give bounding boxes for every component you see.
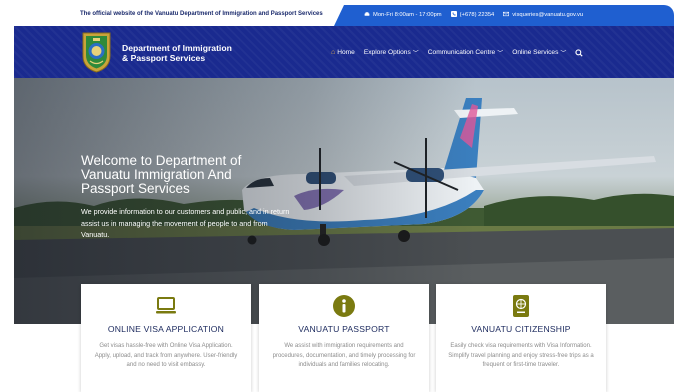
- home-icon: ⌂: [331, 49, 336, 56]
- email-text: visqueries@vanuatu.gov.vu: [512, 12, 584, 18]
- site-header: Department of Immigration & Passport Ser…: [14, 26, 674, 78]
- chevron-down-icon: ﹀: [560, 51, 567, 57]
- office-hours-text: Mon-Fri 8:00am - 17:00pm: [373, 12, 442, 18]
- search-button[interactable]: [575, 48, 584, 57]
- contact-strip: Mon-Fri 8:00am - 17:00pm (+678) 22354 vi…: [334, 5, 674, 26]
- nav-explore-label: Explore Options: [363, 49, 411, 56]
- nav-online-label: Online Services: [512, 49, 559, 56]
- office-hours: Mon-Fri 8:00am - 17:00pm: [364, 11, 442, 18]
- card-description: Get visas hassle-free with Online Visa A…: [94, 343, 238, 368]
- email-link[interactable]: visqueries@vanuatu.gov.vu: [503, 11, 583, 18]
- department-logo[interactable]: [81, 30, 112, 74]
- card-title: ONLINE VISA APPLICATION: [107, 324, 225, 334]
- page: The official website of the Vanuatu Depa…: [0, 0, 680, 392]
- passport-icon: [513, 295, 529, 317]
- card-title: VANUATU CITIZENSHIP: [471, 324, 571, 334]
- info-icon: [333, 295, 355, 317]
- chevron-down-icon: ﹀: [497, 51, 504, 57]
- brand-line-1: Department of Immigration: [122, 43, 232, 53]
- hero-title: Welcome to Department of Vanuatu Immigra…: [81, 153, 242, 196]
- nav-explore-options[interactable]: Explore Options ﹀: [364, 48, 419, 57]
- card-description: We assist with immigration requirements …: [272, 343, 416, 368]
- phone-number[interactable]: (+678) 22354: [450, 11, 495, 18]
- car-icon: [364, 11, 370, 17]
- chevron-down-icon: ﹀: [412, 51, 419, 57]
- card-description: Easily check visa requirements with Visa…: [448, 343, 594, 368]
- main-navigation: ⌂ Home Explore Options ﹀ Communication C…: [331, 48, 584, 57]
- search-icon: [575, 48, 584, 57]
- service-card-passport[interactable]: VANUATU PASSPORT We assist with immigrat…: [259, 284, 429, 392]
- envelope-icon: [503, 11, 510, 17]
- laptop-icon: [156, 297, 176, 314]
- hero-description: We provide information to our customers …: [81, 207, 290, 239]
- service-card-citizenship[interactable]: VANUATU CITIZENSHIP Easily check visa re…: [436, 284, 606, 392]
- card-title: VANUATU PASSPORT: [298, 324, 390, 334]
- nav-communication-label: Communication Centre: [427, 49, 496, 56]
- phone-number-text: (+678) 22354: [459, 12, 495, 18]
- top-info-bar: The official website of the Vanuatu Depa…: [14, 5, 674, 26]
- brand-name[interactable]: Department of Immigration & Passport Ser…: [122, 43, 232, 63]
- phone-icon: [450, 11, 457, 17]
- nav-online-services[interactable]: Online Services ﹀: [512, 48, 566, 57]
- service-card-online-visa[interactable]: ONLINE VISA APPLICATION Get visas hassle…: [81, 284, 251, 392]
- nav-home[interactable]: ⌂ Home: [331, 49, 355, 56]
- nav-home-label: Home: [337, 49, 355, 56]
- official-website-text: The official website of the Vanuatu Depa…: [80, 11, 323, 17]
- brand-line-2: & Passport Services: [122, 53, 206, 63]
- nav-communication-centre[interactable]: Communication Centre ﹀: [428, 48, 503, 57]
